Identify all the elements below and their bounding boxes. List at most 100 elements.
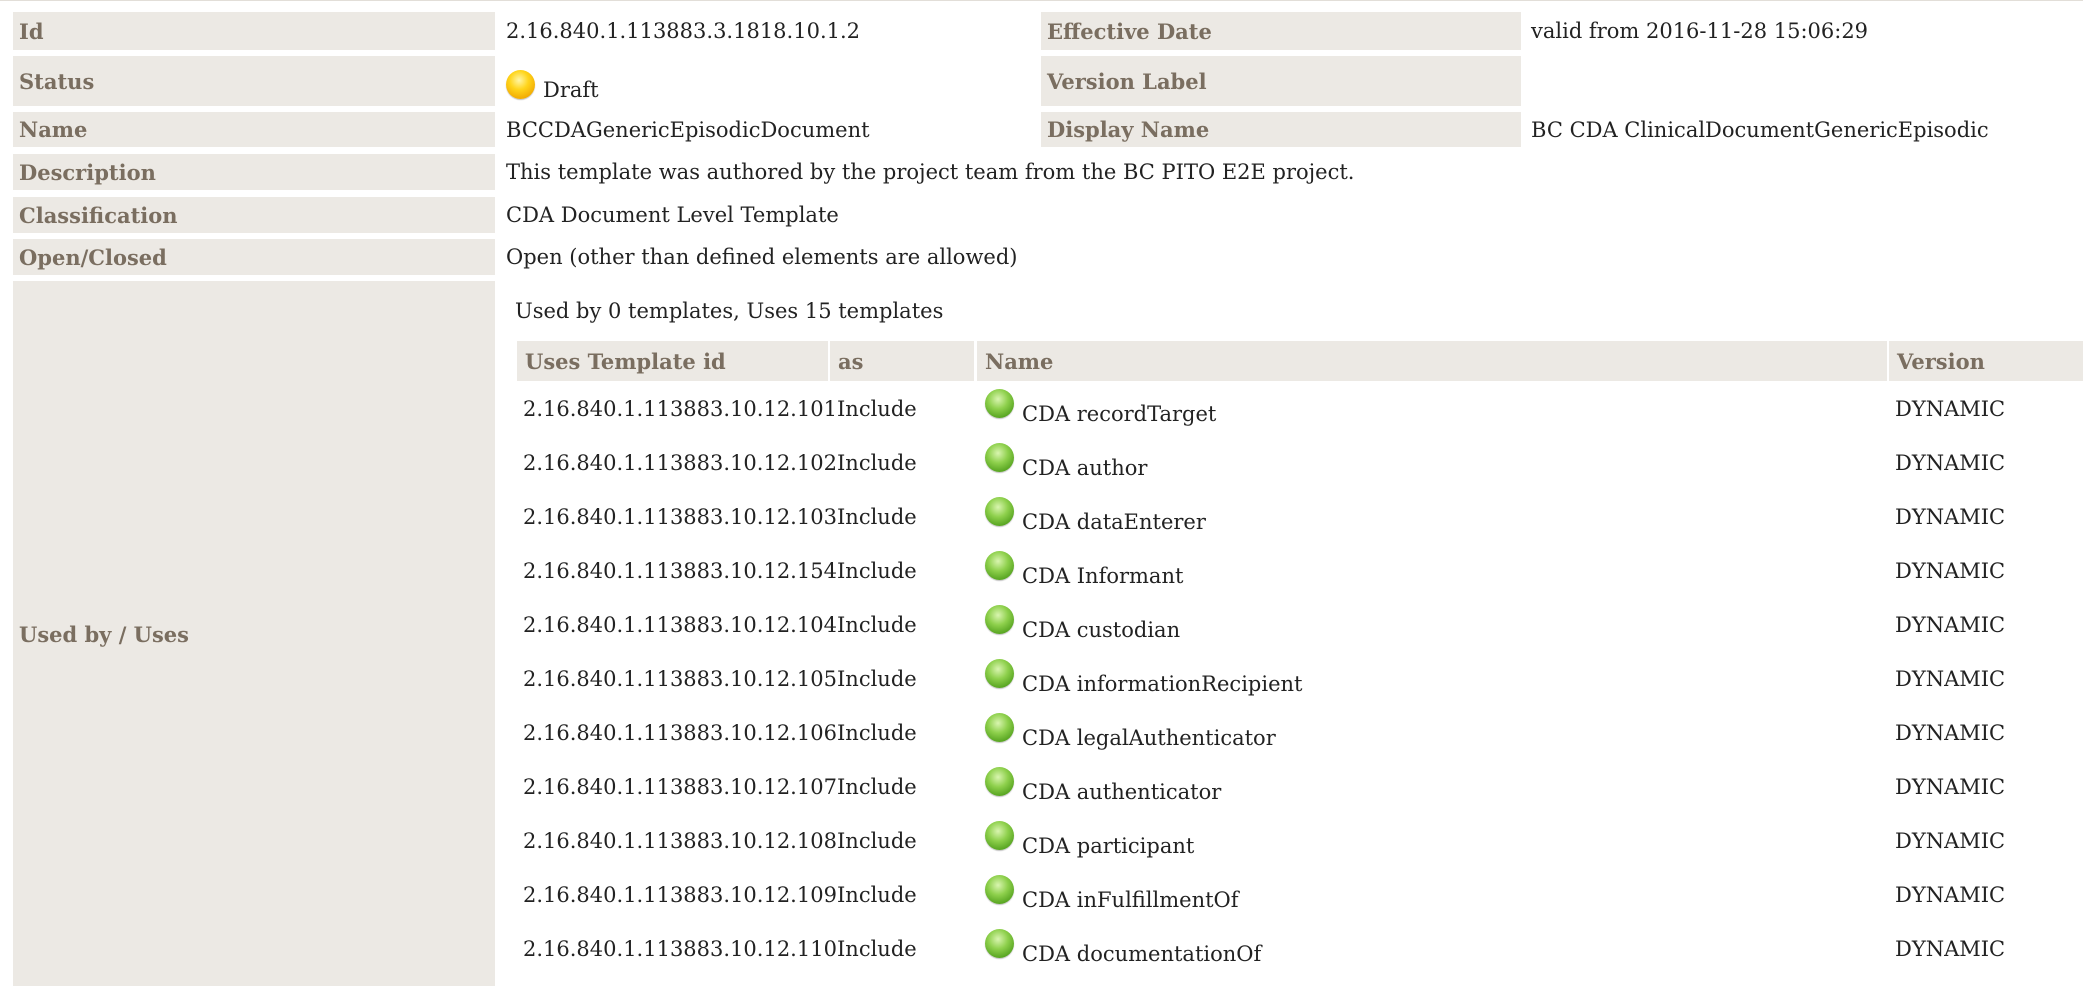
template-id-cell: 2.16.840.1.113883.10.12.108: [523, 829, 837, 853]
template-name-text[interactable]: CDA custodian: [1022, 618, 1180, 642]
template-detail-page: Id 2.16.840.1.113883.3.1818.10.1.2 Effec…: [0, 0, 2083, 986]
table-row: 2.16.840.1.113883.10.12.108 Include CDA pa…: [517, 814, 2083, 868]
green-status-dot-icon: [985, 874, 1014, 904]
template-name-text[interactable]: CDA Informant: [1022, 564, 1183, 588]
display-name-label: Display Name: [1041, 112, 1521, 147]
template-name-cell[interactable]: CDA documentationOf: [985, 922, 1261, 976]
version-cell: DYNAMIC: [1895, 505, 2006, 529]
green-status-dot-icon: [985, 442, 1014, 472]
usage-summary: Used by 0 templates, Uses 15 templates: [515, 299, 944, 323]
open-closed-value: Open (other than defined elements are al…: [506, 245, 1018, 269]
green-status-dot-icon: [985, 658, 1014, 688]
green-status-dot-icon: [985, 766, 1014, 796]
template-name-cell[interactable]: CDA custodian: [985, 598, 1180, 652]
open-closed-label: Open/Closed: [13, 239, 495, 275]
as-cell: Include: [837, 883, 917, 907]
status-label: Status: [13, 56, 495, 106]
as-cell: Include: [837, 559, 917, 583]
id-value: 2.16.840.1.113883.3.1818.10.1.2: [506, 19, 861, 43]
effective-date-label: Effective Date: [1041, 12, 1521, 50]
template-id-cell: 2.16.840.1.113883.10.12.107: [523, 775, 837, 799]
status-value: Draft: [506, 56, 599, 114]
display-name-value: BC CDA ClinicalDocumentGenericEpisodic: [1531, 117, 1989, 142]
table-row: 2.16.840.1.113883.10.12.105 Include CDA in…: [517, 652, 2083, 706]
template-id-cell: 2.16.840.1.113883.10.12.104: [523, 613, 837, 637]
classification-label: Classification: [13, 197, 495, 233]
as-cell: Include: [837, 937, 917, 961]
id-label: Id: [13, 12, 495, 50]
name-value: BCCDAGenericEpisodicDocument: [506, 117, 870, 142]
col-header-version: Version: [1889, 341, 2083, 381]
table-row: 2.16.840.1.113883.10.12.103 Include CDA da…: [517, 490, 2083, 544]
table-row: 2.16.840.1.113883.10.12.110 Include CDA do…: [517, 922, 2083, 976]
template-id-cell: 2.16.840.1.113883.10.12.154: [523, 559, 837, 583]
template-name-text[interactable]: CDA documentationOf: [1022, 942, 1261, 966]
as-cell: Include: [837, 505, 917, 529]
green-status-dot-icon: [985, 928, 1014, 958]
template-name-cell[interactable]: CDA author: [985, 436, 1147, 490]
template-name-text[interactable]: CDA informationRecipient: [1022, 672, 1302, 696]
version-cell: DYNAMIC: [1895, 397, 2006, 421]
template-id-cell: 2.16.840.1.113883.10.12.105: [523, 667, 837, 691]
used-by-uses-label: Used by / Uses: [13, 281, 495, 986]
template-name-cell[interactable]: CDA legalAuthenticator: [985, 706, 1276, 760]
template-id-cell: 2.16.840.1.113883.10.12.101: [523, 397, 837, 421]
green-status-dot-icon: [985, 820, 1014, 850]
as-cell: Include: [837, 829, 917, 853]
template-name-text[interactable]: CDA legalAuthenticator: [1022, 726, 1276, 750]
description-value: This template was authored by the projec…: [506, 160, 1355, 184]
version-cell: DYNAMIC: [1895, 775, 2006, 799]
description-label: Description: [13, 154, 495, 190]
template-id-cell: 2.16.840.1.113883.10.12.106: [523, 721, 837, 745]
name-label: Name: [13, 112, 495, 147]
table-row: 2.16.840.1.113883.10.12.104 Include CDA cu…: [517, 598, 2083, 652]
as-cell: Include: [837, 775, 917, 799]
template-name-text[interactable]: CDA participant: [1022, 834, 1194, 858]
template-name-text[interactable]: CDA inFulfillmentOf: [1022, 888, 1239, 912]
template-name-cell[interactable]: CDA informationRecipient: [985, 652, 1302, 706]
version-cell: DYNAMIC: [1895, 937, 2006, 961]
classification-value: CDA Document Level Template: [506, 203, 839, 227]
version-cell: DYNAMIC: [1895, 667, 2006, 691]
template-name-text[interactable]: CDA recordTarget: [1022, 402, 1216, 426]
template-name-cell[interactable]: CDA dataEnterer: [985, 490, 1206, 544]
green-status-dot-icon: [985, 604, 1014, 634]
template-name-cell[interactable]: CDA Informant: [985, 544, 1183, 598]
green-status-dot-icon: [985, 712, 1014, 742]
as-cell: Include: [837, 613, 917, 637]
template-name-cell[interactable]: CDA authenticator: [985, 760, 1221, 814]
green-status-dot-icon: [985, 550, 1014, 580]
version-cell: DYNAMIC: [1895, 883, 2006, 907]
col-header-template-id: Uses Template id: [517, 341, 828, 381]
yellow-status-dot-icon: [506, 69, 535, 99]
col-header-name: Name: [977, 341, 1887, 381]
template-name-text[interactable]: CDA dataEnterer: [1022, 510, 1206, 534]
as-cell: Include: [837, 397, 917, 421]
table-row: 2.16.840.1.113883.10.12.106 Include CDA le…: [517, 706, 2083, 760]
version-cell: DYNAMIC: [1895, 829, 2006, 853]
as-cell: Include: [837, 721, 917, 745]
template-id-cell: 2.16.840.1.113883.10.12.102: [523, 451, 837, 475]
template-name-text[interactable]: CDA authenticator: [1022, 780, 1221, 804]
template-id-cell: 2.16.840.1.113883.10.12.110: [523, 937, 837, 961]
template-id-cell: 2.16.840.1.113883.10.12.103: [523, 505, 837, 529]
table-row: 2.16.840.1.113883.10.12.107 Include CDA au…: [517, 760, 2083, 814]
version-cell: DYNAMIC: [1895, 559, 2006, 583]
version-cell: DYNAMIC: [1895, 451, 2006, 475]
effective-date-value: valid from 2016-11-28 15:06:29: [1531, 19, 1869, 43]
template-id-cell: 2.16.840.1.113883.10.12.109: [523, 883, 837, 907]
as-cell: Include: [837, 451, 917, 475]
version-cell: DYNAMIC: [1895, 721, 2006, 745]
table-row: 2.16.840.1.113883.10.12.101 Include CDA re…: [517, 382, 2083, 436]
col-header-as: as: [830, 341, 974, 381]
template-name-cell[interactable]: CDA participant: [985, 814, 1194, 868]
table-row: 2.16.840.1.113883.10.12.109 Include CDA in…: [517, 868, 2083, 922]
version-cell: DYNAMIC: [1895, 613, 2006, 637]
template-name-cell[interactable]: CDA recordTarget: [985, 382, 1216, 436]
status-text: Draft: [543, 78, 599, 102]
template-name-cell[interactable]: CDA inFulfillmentOf: [985, 868, 1239, 922]
as-cell: Include: [837, 667, 917, 691]
green-status-dot-icon: [985, 496, 1014, 526]
template-name-text[interactable]: CDA author: [1022, 456, 1147, 480]
green-status-dot-icon: [985, 388, 1014, 418]
